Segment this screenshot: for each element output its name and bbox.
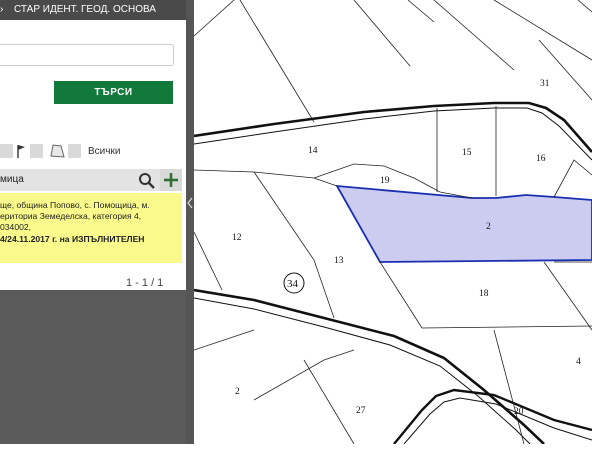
result-name: мица (0, 174, 24, 185)
add-icon[interactable] (160, 169, 182, 191)
tool-square[interactable] (0, 144, 13, 158)
selected-parcel[interactable] (335, 184, 592, 263)
parcel-label: 2 (235, 387, 240, 397)
search-button[interactable]: ТЪРСИ (54, 81, 173, 104)
result-card[interactable]: ще, община Попово, с. Помощица, м. ерито… (0, 193, 182, 263)
zoom-icon[interactable] (138, 172, 156, 190)
parcel-label: 18 (479, 289, 489, 299)
result-line: ериториа Земеделска, категория 4, (0, 211, 142, 222)
search-input[interactable] (0, 44, 174, 66)
parcel-label: 19 (380, 176, 390, 186)
parcel-label: 14 (308, 146, 318, 156)
panel-splitter[interactable] (186, 0, 194, 444)
tab-geod-base[interactable]: ГЕОД. ОСНОВА (81, 4, 156, 15)
result-line: 034002, (0, 222, 32, 233)
tool-rectangle[interactable] (30, 144, 43, 158)
circled-label: 34 (287, 278, 299, 290)
parcel-label: 2 (486, 222, 491, 232)
parcel-label: 27 (356, 406, 366, 416)
parcel-label: 13 (334, 256, 344, 266)
selection-tools: Всички (0, 143, 186, 161)
tool-all-checkbox[interactable] (68, 144, 81, 158)
result-header[interactable]: мица (0, 169, 160, 191)
cadastral-map[interactable]: 31 14 15 16 19 2 12 13 18 2 27 20 4 34 (194, 0, 592, 444)
tab-prefix[interactable]: › (0, 4, 3, 15)
tab-old-ident[interactable]: СТАР ИДЕНТ. (14, 4, 78, 15)
left-panel: › СТАР ИДЕНТ. ГЕОД. ОСНОВА ТЪРСИ Всички … (0, 0, 186, 444)
parcel-label: 4 (576, 357, 581, 367)
parcel-label: 31 (540, 79, 550, 89)
result-line: ще, община Попово, с. Помощица, м. (0, 200, 150, 210)
parcel-label: 12 (232, 233, 242, 243)
all-label: Всички (88, 146, 121, 157)
tab-bar: › СТАР ИДЕНТ. ГЕОД. ОСНОВА (0, 0, 186, 20)
parcel-label: 16 (536, 154, 546, 164)
parcel-label: 20 (514, 407, 524, 417)
result-line: 4/24.11.2017 г. на ИЗПЪЛНИТЕЛЕН (0, 233, 145, 244)
flag-icon[interactable] (15, 143, 27, 159)
polygon-icon[interactable] (48, 143, 66, 159)
parcel-label: 15 (462, 148, 472, 158)
pager: 1 - 1 / 1 (126, 277, 164, 289)
